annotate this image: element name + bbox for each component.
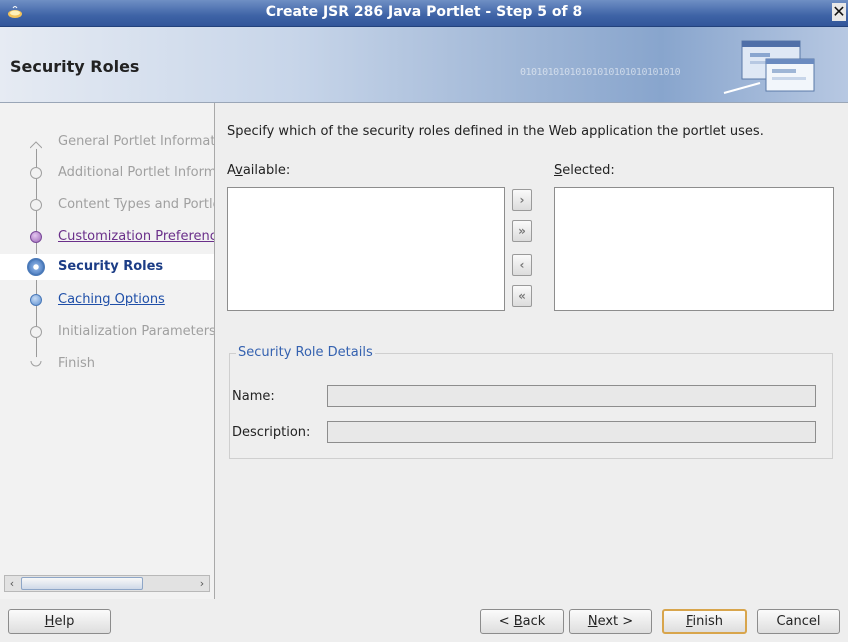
back-label-prefix: <	[498, 614, 514, 629]
description-label: Description:	[232, 425, 311, 440]
name-field[interactable]	[327, 385, 816, 407]
wizard-banner-icon	[723, 40, 815, 94]
title-bar: Create JSR 286 Java Portlet - Step 5 of …	[0, 0, 848, 27]
nav-step-caching-options[interactable]: Caching Options	[0, 287, 214, 313]
available-label-text: A	[227, 163, 236, 178]
next-label: ext >	[597, 614, 634, 629]
nav-step-finish: Finish	[58, 356, 96, 371]
nav-step-customization-preferences[interactable]: Customization Preferences	[0, 224, 214, 250]
available-roles-list[interactable]	[227, 187, 505, 311]
selected-roles-list[interactable]	[554, 187, 834, 311]
scroll-left-icon[interactable]: ‹	[5, 576, 19, 591]
back-button[interactable]: < Back	[480, 609, 564, 634]
close-icon[interactable]: ✕	[832, 3, 846, 21]
cancel-button[interactable]: Cancel	[757, 609, 840, 634]
page-title: Security Roles	[10, 57, 140, 76]
step-node-current-icon	[27, 258, 45, 276]
help-button[interactable]: Help	[8, 609, 111, 634]
name-label: Name:	[232, 389, 275, 404]
window-title: Create JSR 286 Java Portlet - Step 5 of …	[265, 4, 583, 20]
move-left-button[interactable]: ‹	[512, 254, 532, 276]
scrollbar-thumb[interactable]	[21, 577, 143, 590]
nav-step-general-portlet-information: General Portlet Information	[58, 134, 214, 149]
wizard-steps-panel: General Portlet Information Additional P…	[0, 103, 215, 599]
nav-step-initialization-parameters: Initialization Parameters	[58, 324, 214, 339]
available-label-mnemonic: v	[235, 163, 243, 178]
available-label-text-rest: ailable:	[242, 163, 291, 178]
move-right-button[interactable]: ›	[512, 189, 532, 211]
back-mnemonic: B	[513, 614, 523, 629]
selected-label-text: elected:	[562, 163, 615, 178]
instructions-text: Specify which of the security roles defi…	[227, 124, 764, 139]
wizard-header: Security Roles 0101010101010101010101010…	[0, 27, 848, 103]
scroll-right-icon[interactable]: ›	[195, 576, 209, 591]
next-mnemonic: N	[587, 614, 598, 629]
header-decoration-text: 01010101010101010101010101010	[520, 67, 681, 78]
help-label: elp	[54, 614, 75, 629]
move-all-left-button[interactable]: «	[512, 285, 532, 307]
back-label: ack	[522, 614, 546, 629]
finish-label: inish	[692, 614, 724, 629]
available-label: Available:	[227, 163, 290, 178]
steps-horizontal-scrollbar[interactable]: ‹ ›	[4, 575, 210, 592]
help-mnemonic: H	[44, 614, 55, 629]
move-all-right-button[interactable]: »	[512, 220, 532, 242]
nav-step-content-types: Content Types and Portlet Modes	[58, 197, 214, 212]
finish-button[interactable]: Finish	[662, 609, 747, 634]
selected-label: Selected:	[554, 163, 615, 178]
next-button[interactable]: Next >	[569, 609, 652, 634]
group-legend: Security Role Details	[236, 345, 375, 360]
nav-step-additional-portlet-information: Additional Portlet Information	[58, 165, 214, 180]
description-field[interactable]	[327, 421, 816, 443]
